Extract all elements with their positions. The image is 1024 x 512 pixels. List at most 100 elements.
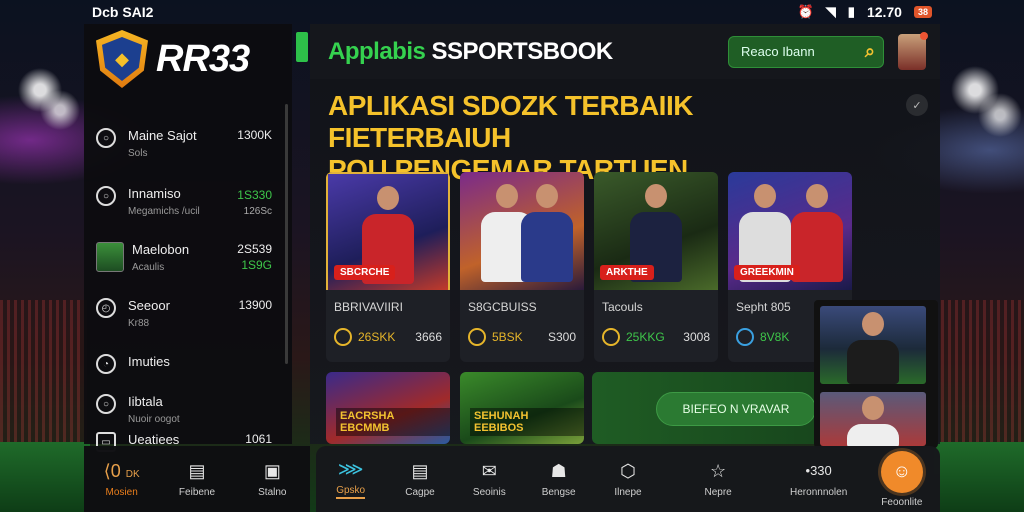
clock-icon: ◴ [96, 298, 116, 318]
odds-icon [602, 328, 620, 346]
chat-icon: ◔ [96, 354, 116, 374]
sidebar-item-title: Imuties [128, 354, 170, 369]
crowd-left [0, 300, 90, 450]
ticket-icon: ▣ [263, 460, 281, 481]
odds-secondary: 3008 [683, 330, 710, 344]
nav-label: Feibene [178, 486, 216, 498]
match-card[interactable]: SBCRCHE BBRIVAVIIRI 26SKK 3666 [326, 172, 450, 362]
battery-icon: 38 [913, 6, 932, 18]
clock: 12.70 [866, 4, 902, 20]
promo-banner: BIEFEO N VRAVAR [592, 372, 832, 444]
odds-icon [468, 328, 486, 346]
nav-item-feoonlite[interactable]: ☺ Feoonlite [864, 450, 940, 508]
status-bar: Dcb SAI2 ⏰ ◥ ▮ 12.70 38 [0, 0, 1024, 24]
player-figure [847, 396, 899, 446]
nav-label: Feoonlite [881, 496, 923, 508]
nav-item-mosien[interactable]: ⟨0 DK Mosien [84, 461, 159, 498]
hero-title-line1: APLIKASI SDOZK TERBAIIK FIETERBAIUH [328, 90, 693, 153]
match-card[interactable]: ARKTHE Tacouls 25KKG 3008 [594, 172, 718, 362]
promo-card-label: SEHUNAH EEBIBOS [470, 408, 584, 436]
person-icon: ☗ [550, 460, 567, 481]
sidebar-item-title: Maelobon [132, 242, 190, 257]
secondary-cards: EACRSHA EBCMMB SEHUNAH EEBIBOS [326, 372, 584, 444]
card-name: Tacouls [602, 300, 643, 314]
sidebar-item-title: Seeoor [128, 298, 170, 313]
mail-icon: ✉ [481, 460, 497, 481]
mascot-icon[interactable]: ☺ [880, 450, 923, 493]
sidebar-item-title: Ueatiees [128, 432, 180, 447]
nav-label: Bengse [541, 486, 576, 498]
live-thumbnail[interactable] [820, 306, 926, 384]
featured-cards: SBCRCHE BBRIVAVIIRI 26SKK 3666 S8GCBUISS… [326, 172, 852, 362]
live-thumbnail[interactable] [820, 392, 926, 446]
promo-card[interactable]: SEHUNAH EEBIBOS [460, 372, 584, 444]
pin-icon: ○ [96, 394, 116, 414]
player-avatar [96, 242, 124, 272]
shield-logo-icon: ◆ [96, 30, 148, 88]
nav-item-heronnnolen[interactable]: •330 Heronnnolen [774, 461, 864, 498]
app-title: Applabis SSPORTSBOOK [328, 38, 613, 66]
sidebar-item-value: 1S330 126Sc [237, 186, 272, 217]
sidebar-item-3[interactable]: Maelobon Acaulis 2S539 1S9G [84, 242, 284, 282]
leaf-icon: ⟨0 DK [103, 460, 140, 481]
nav-item-gpsko[interactable]: ⋙ Gpsko [316, 459, 385, 499]
value-green: 1S9G [241, 258, 272, 272]
odds-primary: 5BSK [492, 330, 523, 344]
nav-item-feibene[interactable]: ▤ Feibene [159, 461, 234, 498]
nav-item-bengse[interactable]: ☗ Bengse [524, 461, 593, 498]
sidebar-item-6[interactable]: ○ Iibtala Nuoir oogot [84, 394, 284, 434]
nav-label: Nepre [704, 486, 732, 498]
nav-item-seoinis[interactable]: ✉ Seoinis [455, 461, 524, 498]
nav-item-ilnepe[interactable]: ⬡ Ilnepe [593, 461, 662, 498]
sidebar-item-title: Iibtala [128, 394, 163, 409]
card-name: S8GCBUISS [468, 300, 537, 314]
sidebar-item-title: Innamiso [128, 186, 181, 201]
card-image: SBCRCHE [326, 172, 450, 290]
search-input[interactable]: Reaco Ibann ⌕ [728, 35, 884, 68]
profile-avatar[interactable] [898, 31, 928, 70]
card-tag: GREEKMIN [734, 265, 800, 280]
sidebar-item-4[interactable]: ◴ Seeoor Kr88 13900 [84, 298, 284, 338]
sidebar-item-5[interactable]: ◔ Imuties [84, 354, 284, 394]
brand-name: RR33 [156, 37, 250, 80]
card-image [460, 172, 584, 290]
sidebar-scrollbar[interactable] [285, 104, 288, 364]
sidebar-item-sub: Sols [128, 148, 148, 159]
pitch-right [934, 442, 1024, 512]
nav-label: Cagpe [405, 486, 435, 498]
sidebar-item-value: 2S539 1S9G [237, 242, 272, 272]
brand[interactable]: ◆ RR33 [84, 24, 292, 94]
search-icon: ○ [96, 128, 116, 148]
match-card[interactable]: S8GCBUISS 5BSK S300 [460, 172, 584, 362]
sidebar-item-sub: Megamichs /ucil [128, 206, 200, 217]
nav-label: Gpsko [336, 485, 366, 499]
search-icon[interactable]: ⌕ [865, 41, 875, 62]
spark-icon: ⋙ [337, 459, 364, 479]
app-title-green: Applabis [328, 37, 426, 65]
player-figure [847, 312, 899, 384]
shield-icon: ⬡ [620, 460, 636, 481]
promo-button[interactable]: BIEFEO N VRAVAR [656, 392, 816, 426]
odds-primary: 8V8K [760, 330, 790, 344]
alarm-icon: ⏰ [797, 4, 814, 19]
nav-item-stalno[interactable]: ▣ Stalno [235, 461, 310, 498]
card-odds: 5BSK S300 [460, 314, 584, 346]
nav-label: Stalno [258, 486, 287, 498]
sidebar-item-1[interactable]: ○ Maine Sajot Sols 1300K [84, 128, 284, 168]
sidebar-item-sub: Nuoir oogot [128, 414, 180, 425]
sidebar-item-title: Maine Sajot [128, 128, 197, 143]
sidebar-item-2[interactable]: ○ Innamiso Megamichs /ucil 1S330 126Sc [84, 186, 284, 226]
sidebar: ◆ RR33 ○ Maine Sajot Sols 1300K ○ Innami… [84, 24, 292, 452]
nav-extra: DK [125, 468, 140, 480]
value-secondary: 126Sc [243, 206, 272, 217]
document-icon: ▤ [188, 460, 206, 481]
promo-card[interactable]: EACRSHA EBCMMB [326, 372, 450, 444]
card-name: BBRIVAVIIRI [334, 300, 403, 314]
card-tag: ARKTHE [600, 265, 654, 280]
expand-icon[interactable]: ✓ [906, 94, 928, 116]
nav-extra: 330 [810, 462, 832, 478]
bottom-nav-left: ⟨0 DK Mosien ▤ Feibene ▣ Stalno [84, 446, 310, 512]
nav-item-nepre[interactable]: ☆ Nepre [663, 461, 774, 498]
nav-item-cagpe[interactable]: ▤ Cagpe [385, 461, 454, 498]
value-green: 1S330 [237, 188, 272, 202]
